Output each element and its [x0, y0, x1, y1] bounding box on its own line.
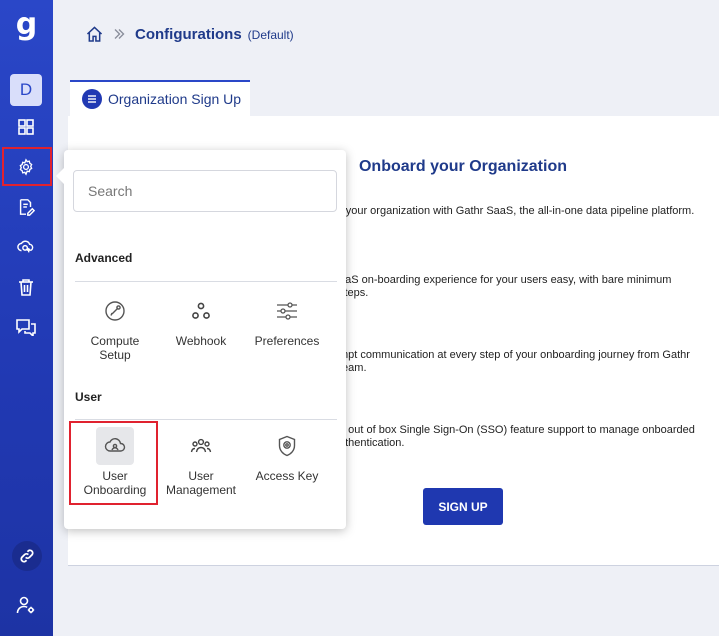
user-avatar[interactable]: D [10, 74, 42, 106]
option-compute-setup[interactable]: Compute Setup [71, 292, 159, 362]
breadcrumb: Configurations (Default) [86, 24, 294, 44]
option-label-text: Access Key [255, 469, 319, 483]
section-label-user: User [75, 390, 102, 404]
option-label-text: User Management [165, 469, 237, 497]
option-label: User Management [166, 469, 236, 497]
tab-organization-sign-up[interactable]: Organization Sign Up [70, 80, 250, 116]
compute-setup-icon [96, 292, 134, 330]
option-label-text: Preferences [254, 334, 320, 348]
page-title: Configurations [135, 25, 242, 43]
cloud-sync-icon[interactable] [10, 231, 42, 263]
option-preferences[interactable]: Preferences [243, 292, 331, 348]
option-label: Webhook [176, 334, 226, 348]
shield-key-icon [268, 427, 306, 465]
link-icon[interactable] [12, 541, 42, 571]
divider [75, 419, 337, 420]
user-settings-icon[interactable] [10, 589, 42, 621]
card-paragraph: e out of box Single Sign-On (SSO) featur… [339, 424, 695, 450]
users-group-icon [182, 427, 220, 465]
option-label-text: User Onboarding [83, 469, 147, 497]
option-label: Compute Setup [91, 334, 140, 362]
option-label: Access Key [256, 469, 319, 483]
card-paragraph: r your organization with Gathr SaaS, the… [339, 205, 694, 218]
popup-pointer [56, 168, 64, 184]
paragraph-line: aaS on-boarding experience for your user… [339, 274, 672, 286]
organization-icon [82, 89, 102, 109]
paragraph-line: team. [339, 362, 367, 374]
document-edit-icon[interactable] [10, 191, 42, 223]
chat-icon[interactable] [10, 311, 42, 343]
option-label-text: Compute Setup [90, 334, 140, 362]
paragraph-line: steps. [339, 287, 369, 299]
paragraph-line: mpt communication at every step of your … [339, 349, 690, 361]
sliders-icon [268, 292, 306, 330]
paragraph-line: r your organization with Gathr SaaS, the… [339, 205, 695, 217]
trash-icon[interactable] [10, 271, 42, 303]
cloud-user-icon [96, 427, 134, 465]
option-label: User Onboarding [84, 469, 147, 497]
card-paragraph: mpt communication at every step of your … [339, 349, 690, 375]
paragraph-line: uthentication. [339, 437, 405, 449]
search-input[interactable] [73, 170, 337, 212]
sidebar: g D [0, 0, 53, 636]
card-paragraph: aaS on-boarding experience for your user… [339, 274, 671, 300]
gathr-logo[interactable]: g [0, 6, 53, 42]
sign-up-button[interactable]: SIGN UP [423, 488, 503, 525]
page-subtitle: (Default) [247, 28, 294, 42]
option-label-text: Webhook [175, 334, 227, 348]
breadcrumb-separator-icon [113, 28, 125, 40]
section-label-advanced: Advanced [75, 251, 133, 265]
dashboard-grid-icon[interactable] [10, 111, 42, 143]
home-icon[interactable] [86, 26, 103, 42]
webhook-icon [182, 292, 220, 330]
divider [75, 281, 337, 282]
tab-label: Organization Sign Up [108, 91, 242, 107]
settings-popup-menu: Advanced Compute Setup Webhook Preferenc… [56, 150, 346, 529]
option-label: Preferences [255, 334, 320, 348]
gear-icon[interactable] [10, 151, 42, 183]
paragraph-line: e out of box Single Sign-On (SSO) featur… [339, 424, 695, 436]
option-user-management[interactable]: User Management [157, 427, 245, 497]
option-access-key[interactable]: Access Key [243, 427, 331, 483]
option-webhook[interactable]: Webhook [157, 292, 245, 348]
option-user-onboarding[interactable]: User Onboarding [71, 427, 159, 497]
